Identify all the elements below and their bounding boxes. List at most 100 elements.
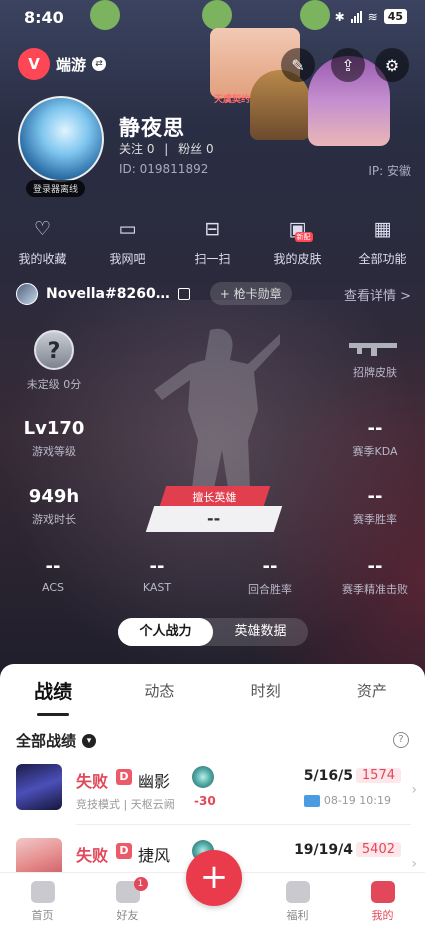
tab-records[interactable]: 战绩 bbox=[0, 677, 106, 716]
nav-welfare[interactable]: 福利 bbox=[255, 873, 340, 931]
edit-icon: ✎ bbox=[291, 55, 305, 75]
records-filter-label: 全部战绩 bbox=[16, 732, 77, 750]
match-row[interactable]: 失败 D 幽影 竞技模式 | 天枢云阙 -30 5/16/5 1574 08-1… bbox=[16, 764, 417, 826]
hours-stat: 949h 游戏时长 bbox=[22, 486, 86, 527]
friends-badge: 1 bbox=[133, 877, 148, 891]
chevron-down-icon: ▾ bbox=[82, 733, 97, 748]
winrate-value: -- bbox=[367, 486, 383, 507]
acs-value: -- bbox=[45, 556, 61, 577]
rank-delta: -30 bbox=[194, 794, 216, 808]
grid-icon: ▦ bbox=[373, 218, 392, 240]
shortcut-favorites[interactable]: ♡ 我的收藏 bbox=[0, 218, 85, 267]
agent-name: 幽影 bbox=[138, 772, 171, 791]
profile-icon bbox=[370, 881, 395, 903]
nav-home[interactable]: 首页 bbox=[0, 873, 85, 931]
player-tag: Novella#8260… bbox=[46, 285, 170, 302]
tab-assets[interactable]: 资产 bbox=[319, 680, 425, 701]
match-result: 失败 bbox=[76, 846, 109, 865]
ip-location: IP: 安徽 bbox=[368, 164, 411, 178]
gun-card-badge-button[interactable]: + 枪卡勋章 bbox=[209, 282, 292, 305]
home-icon bbox=[30, 881, 55, 903]
records-filter-dropdown[interactable]: 全部战绩 ▾ bbox=[16, 730, 97, 751]
tab-moments[interactable]: 时刻 bbox=[213, 680, 319, 701]
chevron-right-icon: › bbox=[411, 782, 417, 798]
help-icon[interactable]: ? bbox=[393, 732, 409, 748]
level-value: Lv170 bbox=[23, 418, 85, 439]
app-switch-button[interactable]: V 端游 ⇄ bbox=[18, 48, 114, 80]
tab-personal-power[interactable]: 个人战力 bbox=[118, 618, 213, 646]
shortcut-label: 我的皮肤 bbox=[273, 252, 322, 266]
best-hero-value: -- bbox=[145, 506, 283, 532]
match-kda: 5/16/5 bbox=[303, 768, 353, 784]
rank-stat[interactable]: ? 未定级 0分 bbox=[24, 330, 84, 392]
match-score: 1574 bbox=[355, 768, 401, 783]
kda-label: 赛季KDA bbox=[352, 445, 398, 458]
stats-view-toggle: 个人战力 英雄数据 bbox=[118, 618, 308, 646]
divider bbox=[76, 824, 411, 825]
precision-kill-label: 赛季精准击败 bbox=[342, 583, 408, 596]
create-post-button[interactable]: + bbox=[186, 850, 242, 906]
palm-tree-icon bbox=[90, 0, 120, 30]
shortcut-scan[interactable]: ⊟ 扫一扫 bbox=[170, 218, 255, 267]
monitor-icon: ▭ bbox=[118, 218, 137, 240]
nav-label: 我的 bbox=[371, 909, 394, 922]
shortcut-skins[interactable]: ▣ 新配 我的皮肤 bbox=[255, 218, 340, 267]
scan-icon: ⊟ bbox=[204, 218, 221, 240]
player-tag-row: Novella#8260… + 枪卡勋章 bbox=[16, 282, 292, 305]
shortcut-netcafe[interactable]: ▭ 我网吧 bbox=[85, 218, 170, 267]
separator: | bbox=[164, 142, 169, 156]
rank-label: 未定级 0分 bbox=[26, 378, 82, 391]
gift-icon bbox=[285, 881, 310, 903]
winrate-label: 赛季胜率 bbox=[353, 513, 397, 526]
settings-button[interactable]: ⚙ bbox=[375, 48, 409, 82]
signature-skin-stat[interactable]: 招牌皮肤 bbox=[342, 338, 408, 380]
status-time: 8:40 bbox=[24, 8, 64, 27]
share-button[interactable]: ⇪ bbox=[331, 48, 365, 82]
user-id: ID: 019811892 bbox=[119, 162, 209, 176]
round-winrate-stat: -- 回合胜率 bbox=[234, 556, 306, 597]
follow-stats: 关注 0 | 粉丝 0 bbox=[119, 140, 214, 157]
fans-count[interactable]: 粉丝 0 bbox=[178, 142, 213, 156]
app-switch-label: 端游 bbox=[56, 55, 87, 74]
agent-avatar bbox=[16, 764, 62, 810]
share-icon: ⇪ bbox=[341, 55, 355, 75]
acs-label: ACS bbox=[42, 581, 64, 594]
hero-silhouette bbox=[154, 328, 280, 488]
switch-icon: ⇄ bbox=[92, 57, 107, 71]
shortcut-label: 全部功能 bbox=[358, 252, 407, 266]
header-banner-art: 天虞契约2周年 bbox=[90, 0, 420, 146]
precision-kill-value: -- bbox=[367, 556, 383, 577]
avatar[interactable] bbox=[18, 96, 104, 182]
best-hero-label: 擅长英雄 bbox=[159, 486, 271, 506]
chevron-right-icon: › bbox=[411, 856, 417, 872]
agent-name: 捷风 bbox=[138, 846, 171, 865]
acs-stat: -- ACS bbox=[18, 556, 88, 594]
valorant-logo-icon: V bbox=[18, 48, 50, 80]
nav-friends[interactable]: 1 好友 bbox=[85, 873, 170, 931]
best-hero-label-text: 擅长英雄 bbox=[192, 491, 237, 504]
grade-badge: D bbox=[116, 769, 132, 785]
nav-mine[interactable]: 我的 bbox=[340, 873, 425, 931]
match-date-text: 08-19 10:19 bbox=[323, 794, 391, 807]
nav-label: 福利 bbox=[286, 909, 309, 922]
tab-hero-data[interactable]: 英雄数据 bbox=[213, 618, 308, 646]
view-details-link[interactable]: 查看详情 > bbox=[344, 285, 411, 304]
records-tabs: 战绩 动态 时刻 资产 bbox=[0, 664, 425, 716]
shortcut-label: 我的收藏 bbox=[18, 252, 67, 266]
shortcut-all[interactable]: ▦ 全部功能 bbox=[340, 218, 425, 267]
tab-activity[interactable]: 动态 bbox=[106, 680, 212, 701]
kda-value: -- bbox=[367, 418, 383, 439]
rank-icon bbox=[192, 766, 214, 788]
gear-icon: ⚙ bbox=[384, 55, 400, 75]
edit-card-button[interactable]: ✎ bbox=[281, 48, 315, 82]
kast-value: -- bbox=[149, 556, 165, 577]
video-icon bbox=[303, 794, 320, 807]
hours-label: 游戏时长 bbox=[32, 513, 76, 526]
copy-icon[interactable] bbox=[177, 287, 190, 300]
skin-label: 招牌皮肤 bbox=[353, 366, 397, 379]
match-score: 5402 bbox=[355, 842, 401, 857]
kast-stat: -- KAST bbox=[122, 556, 192, 594]
kast-label: KAST bbox=[142, 581, 172, 594]
match-kda: 19/19/4 bbox=[294, 842, 353, 858]
follow-count[interactable]: 关注 0 bbox=[119, 142, 154, 156]
